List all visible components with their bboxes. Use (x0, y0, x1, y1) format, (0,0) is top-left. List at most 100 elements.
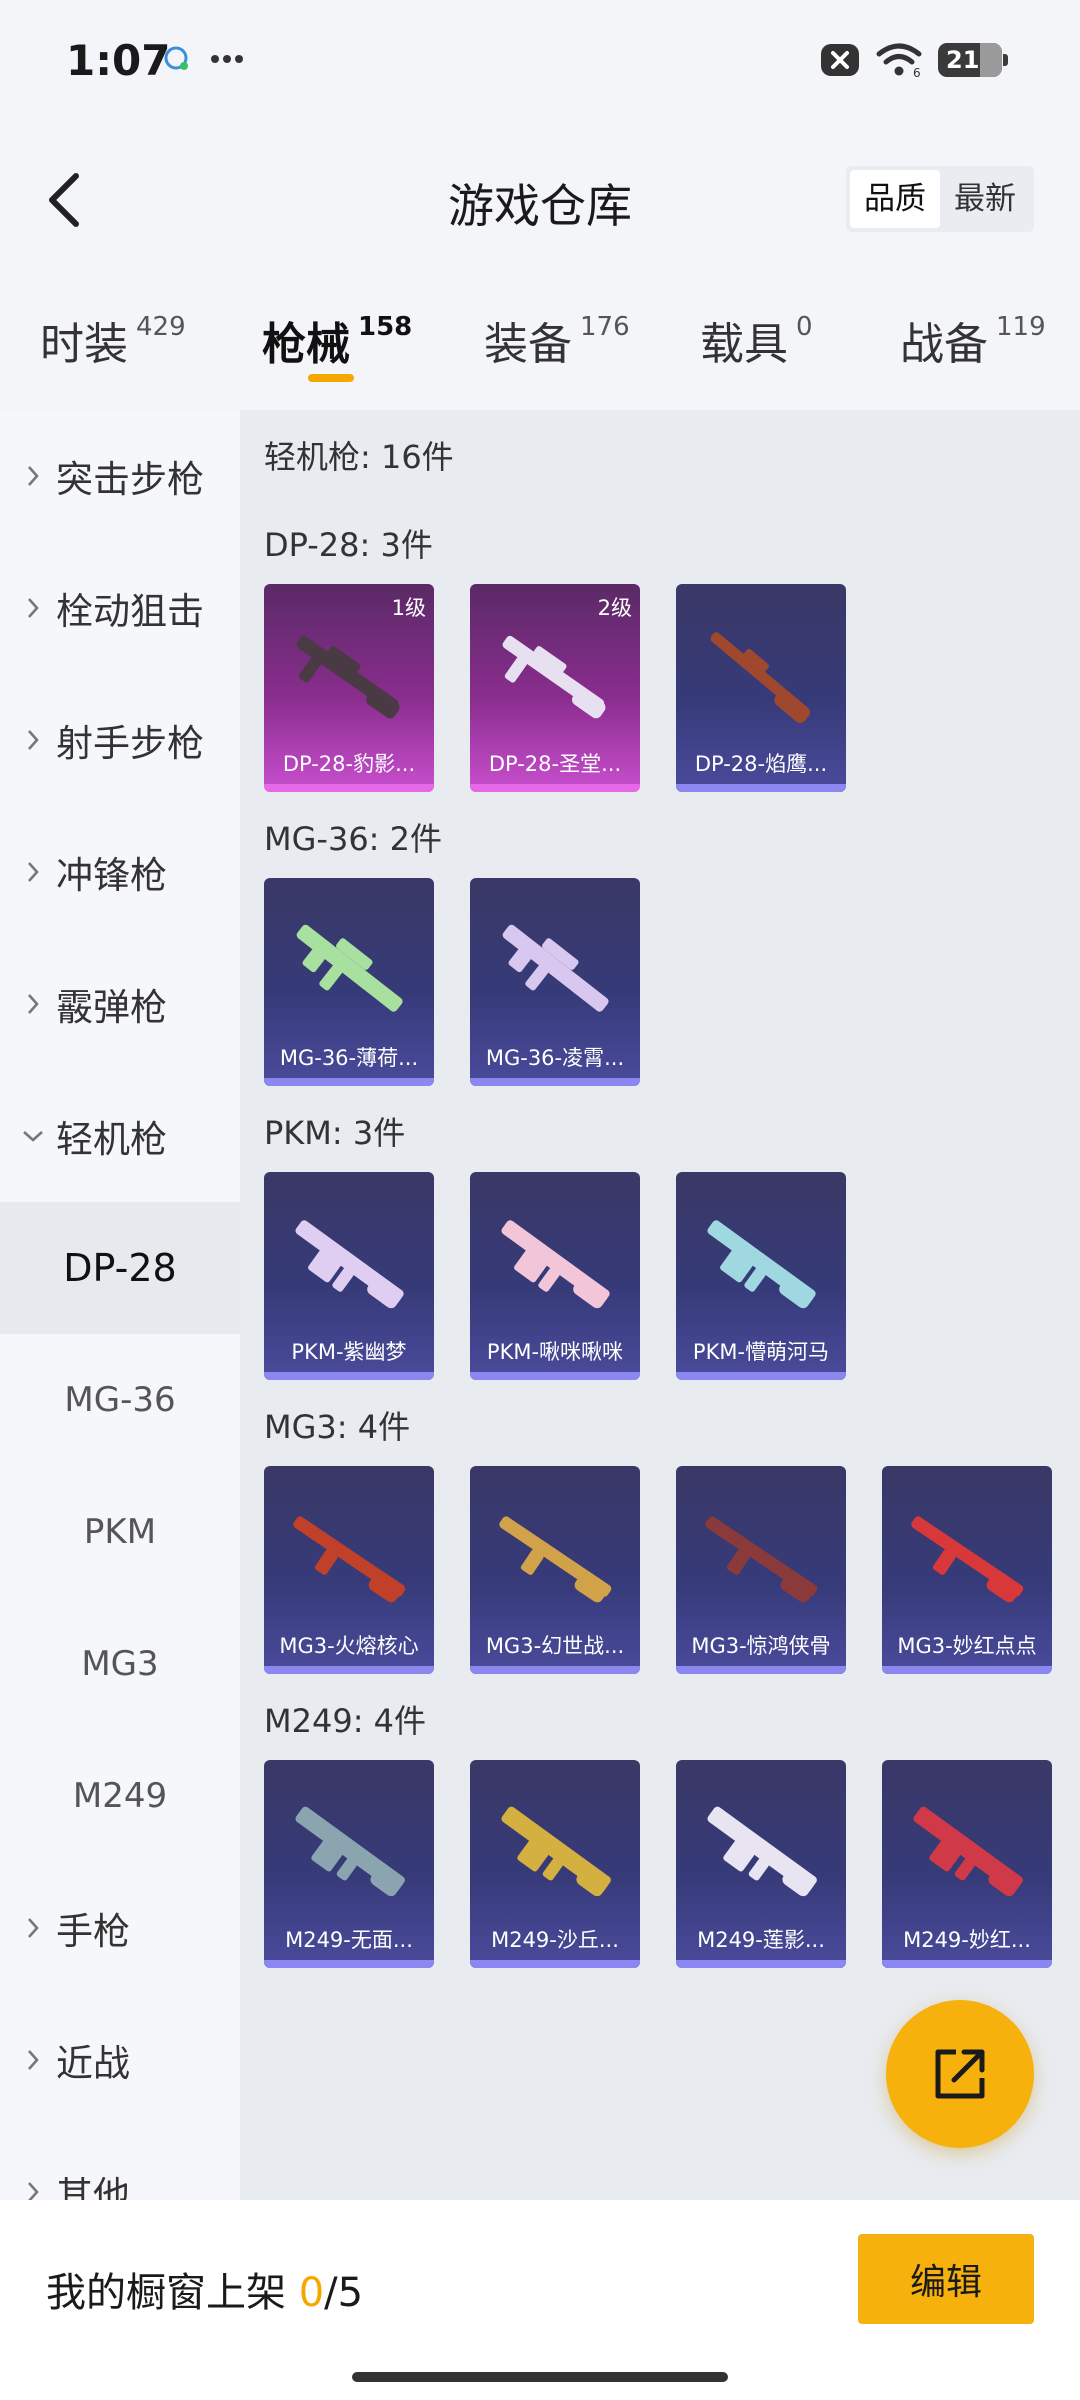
bottom-panel: 我的橱窗上架 0/5 编辑 (0, 2200, 1080, 2400)
weapon-card[interactable]: 2级 DP-28-圣堂... (470, 584, 640, 792)
showcase-label: 我的橱窗上架 (46, 2270, 286, 2316)
gun-icon (707, 1806, 817, 1897)
sidebar-sub-m249[interactable]: M249 (0, 1730, 240, 1862)
svg-text:6: 6 (913, 66, 921, 78)
chevron-right-icon (28, 1918, 39, 1938)
sidebar-item-lmg[interactable]: 轻机枪 (0, 1070, 240, 1202)
tab-count: 0 (796, 312, 813, 342)
group-title: PKM: 3件 (264, 1114, 406, 1152)
sidebar-sub-mg3[interactable]: MG3 (0, 1598, 240, 1730)
sidebar-item-pistol[interactable]: 手枪 (0, 1862, 240, 1994)
weapon-card[interactable]: M249-莲影... (676, 1760, 846, 1968)
sort-option-newest[interactable]: 最新 (940, 170, 1030, 228)
chevron-right-icon (28, 730, 39, 750)
group-title: MG-36: 2件 (264, 820, 442, 858)
sidebar-item-bolt-sniper[interactable]: 栓动狙击 (0, 542, 240, 674)
weapon-name: M249-无面... (285, 1928, 413, 1952)
share-button[interactable] (886, 2000, 1034, 2148)
weapon-card[interactable]: MG3-妙红点点 (882, 1466, 1052, 1674)
chevron-right-icon (28, 2050, 39, 2070)
battery-level: 21 (946, 46, 980, 74)
weapon-card[interactable]: PKM-懵萌河马 (676, 1172, 846, 1380)
gun-icon (296, 635, 400, 719)
tab-label: 战备 (900, 319, 988, 370)
gun-icon (707, 1220, 816, 1309)
weapon-list: 轻机枪: 16件 DP-28: 3件 1级 DP-28-豹影... 2级 DP-… (240, 410, 1080, 2200)
sidebar-item-marksman-rifle[interactable]: 射手步枪 (0, 674, 240, 806)
gun-icon (293, 1516, 406, 1603)
tab-count: 119 (996, 312, 1046, 342)
weapon-name: M249-沙丘... (491, 1928, 619, 1952)
weapon-card[interactable]: MG3-惊鸿侠骨 (676, 1466, 846, 1674)
sort-toggle: 品质 最新 (846, 166, 1034, 232)
sidebar-item-label: 近战 (56, 2042, 130, 2085)
gun-icon (710, 632, 811, 724)
chevron-right-icon (28, 862, 39, 882)
sidebar-item-other[interactable]: 其他 (0, 2126, 240, 2200)
tab-guns[interactable]: 枪械 158 (262, 308, 412, 372)
group-title: M249: 4件 (264, 1702, 427, 1740)
tab-count: 158 (358, 312, 413, 342)
sidebar-item-label: 突击步枪 (56, 458, 204, 501)
close-box-icon (821, 44, 859, 76)
status-bar: 1:07 6 21 (0, 0, 1080, 120)
tab-supplies[interactable]: 战备 119 (900, 308, 1046, 372)
gun-icon (295, 1806, 405, 1897)
showcase-count: 0 (298, 2270, 325, 2316)
sidebar-item-label: 手枪 (56, 1910, 130, 1953)
tab-fashion[interactable]: 时装 429 (40, 308, 186, 372)
sort-option-quality[interactable]: 品质 (850, 170, 940, 228)
gun-icon (913, 1806, 1023, 1897)
weapon-card[interactable]: DP-28-焰鹰... (676, 584, 846, 792)
header: 游戏仓库 品质 最新 (0, 140, 1080, 260)
weapon-name: PKM-啾咪啾咪 (486, 1340, 624, 1364)
edit-button[interactable]: 编辑 (858, 2234, 1034, 2324)
sidebar-item-shotgun[interactable]: 霰弹枪 (0, 938, 240, 1070)
weapon-card[interactable]: PKM-啾咪啾咪 (470, 1172, 640, 1380)
group-title: DP-28: 3件 (264, 526, 433, 564)
chat-bubble-icon (164, 46, 188, 70)
weapon-card[interactable]: M249-沙丘... (470, 1760, 640, 1968)
weapon-card[interactable]: M249-妙红... (882, 1760, 1052, 1968)
weapon-card[interactable]: MG3-幻世战... (470, 1466, 640, 1674)
status-time: 1:07 (66, 36, 171, 85)
section-title: 轻机枪: 16件 (264, 438, 454, 476)
gun-icon (502, 924, 609, 1012)
weapon-card[interactable]: MG-36-凌霄... (470, 878, 640, 1086)
weapon-card[interactable]: M249-无面... (264, 1760, 434, 1968)
sidebar-sub-mg36[interactable]: MG-36 (0, 1334, 240, 1466)
sidebar-sub-dp28[interactable]: DP-28 (0, 1202, 240, 1334)
sidebar-item-smg[interactable]: 冲锋枪 (0, 806, 240, 938)
gun-icon (501, 1220, 610, 1309)
chevron-down-icon (23, 1131, 43, 1142)
sidebar-item-assault-rifle[interactable]: 突击步枪 (0, 410, 240, 542)
tab-label: 载具 (700, 319, 788, 370)
weapon-card[interactable]: MG-36-薄荷... (264, 878, 434, 1086)
weapon-name: DP-28-圣堂... (488, 752, 622, 776)
status-left-icons (162, 44, 244, 74)
sidebar-item-melee[interactable]: 近战 (0, 1994, 240, 2126)
category-tabs: 时装 429 枪械 158 装备 176 载具 0 战备 119 (0, 290, 1080, 390)
weapon-name: DP-28-豹影... (282, 752, 416, 776)
chevron-right-icon (28, 466, 39, 486)
chevron-right-icon (28, 994, 39, 1014)
sidebar-item-label: 栓动狙击 (56, 590, 204, 633)
home-indicator (352, 2372, 728, 2382)
weapon-card[interactable]: PKM-紫幽梦 (264, 1172, 434, 1380)
gun-icon (296, 924, 403, 1012)
tab-equipment[interactable]: 装备 176 (484, 308, 630, 372)
tab-count: 429 (136, 312, 186, 342)
showcase-total: /5 (324, 2270, 364, 2316)
status-right-icons: 6 21 (820, 42, 1008, 78)
weapon-card[interactable]: 1级 DP-28-豹影... (264, 584, 434, 792)
showcase-status: 我的橱窗上架 0/5 (46, 2260, 363, 2318)
wifi-icon: 6 (876, 43, 922, 78)
battery-indicator: 21 (938, 43, 1008, 77)
sidebar-item-label: 冲锋枪 (56, 854, 167, 897)
share-external-icon (935, 2049, 985, 2099)
weapon-name: MG3-惊鸿侠骨 (691, 1634, 831, 1658)
weapon-card[interactable]: MG3-火熔核心 (264, 1466, 434, 1674)
sidebar-sub-pkm[interactable]: PKM (0, 1466, 240, 1598)
more-dots-icon (211, 55, 243, 63)
tab-vehicles[interactable]: 载具 0 (700, 308, 813, 372)
